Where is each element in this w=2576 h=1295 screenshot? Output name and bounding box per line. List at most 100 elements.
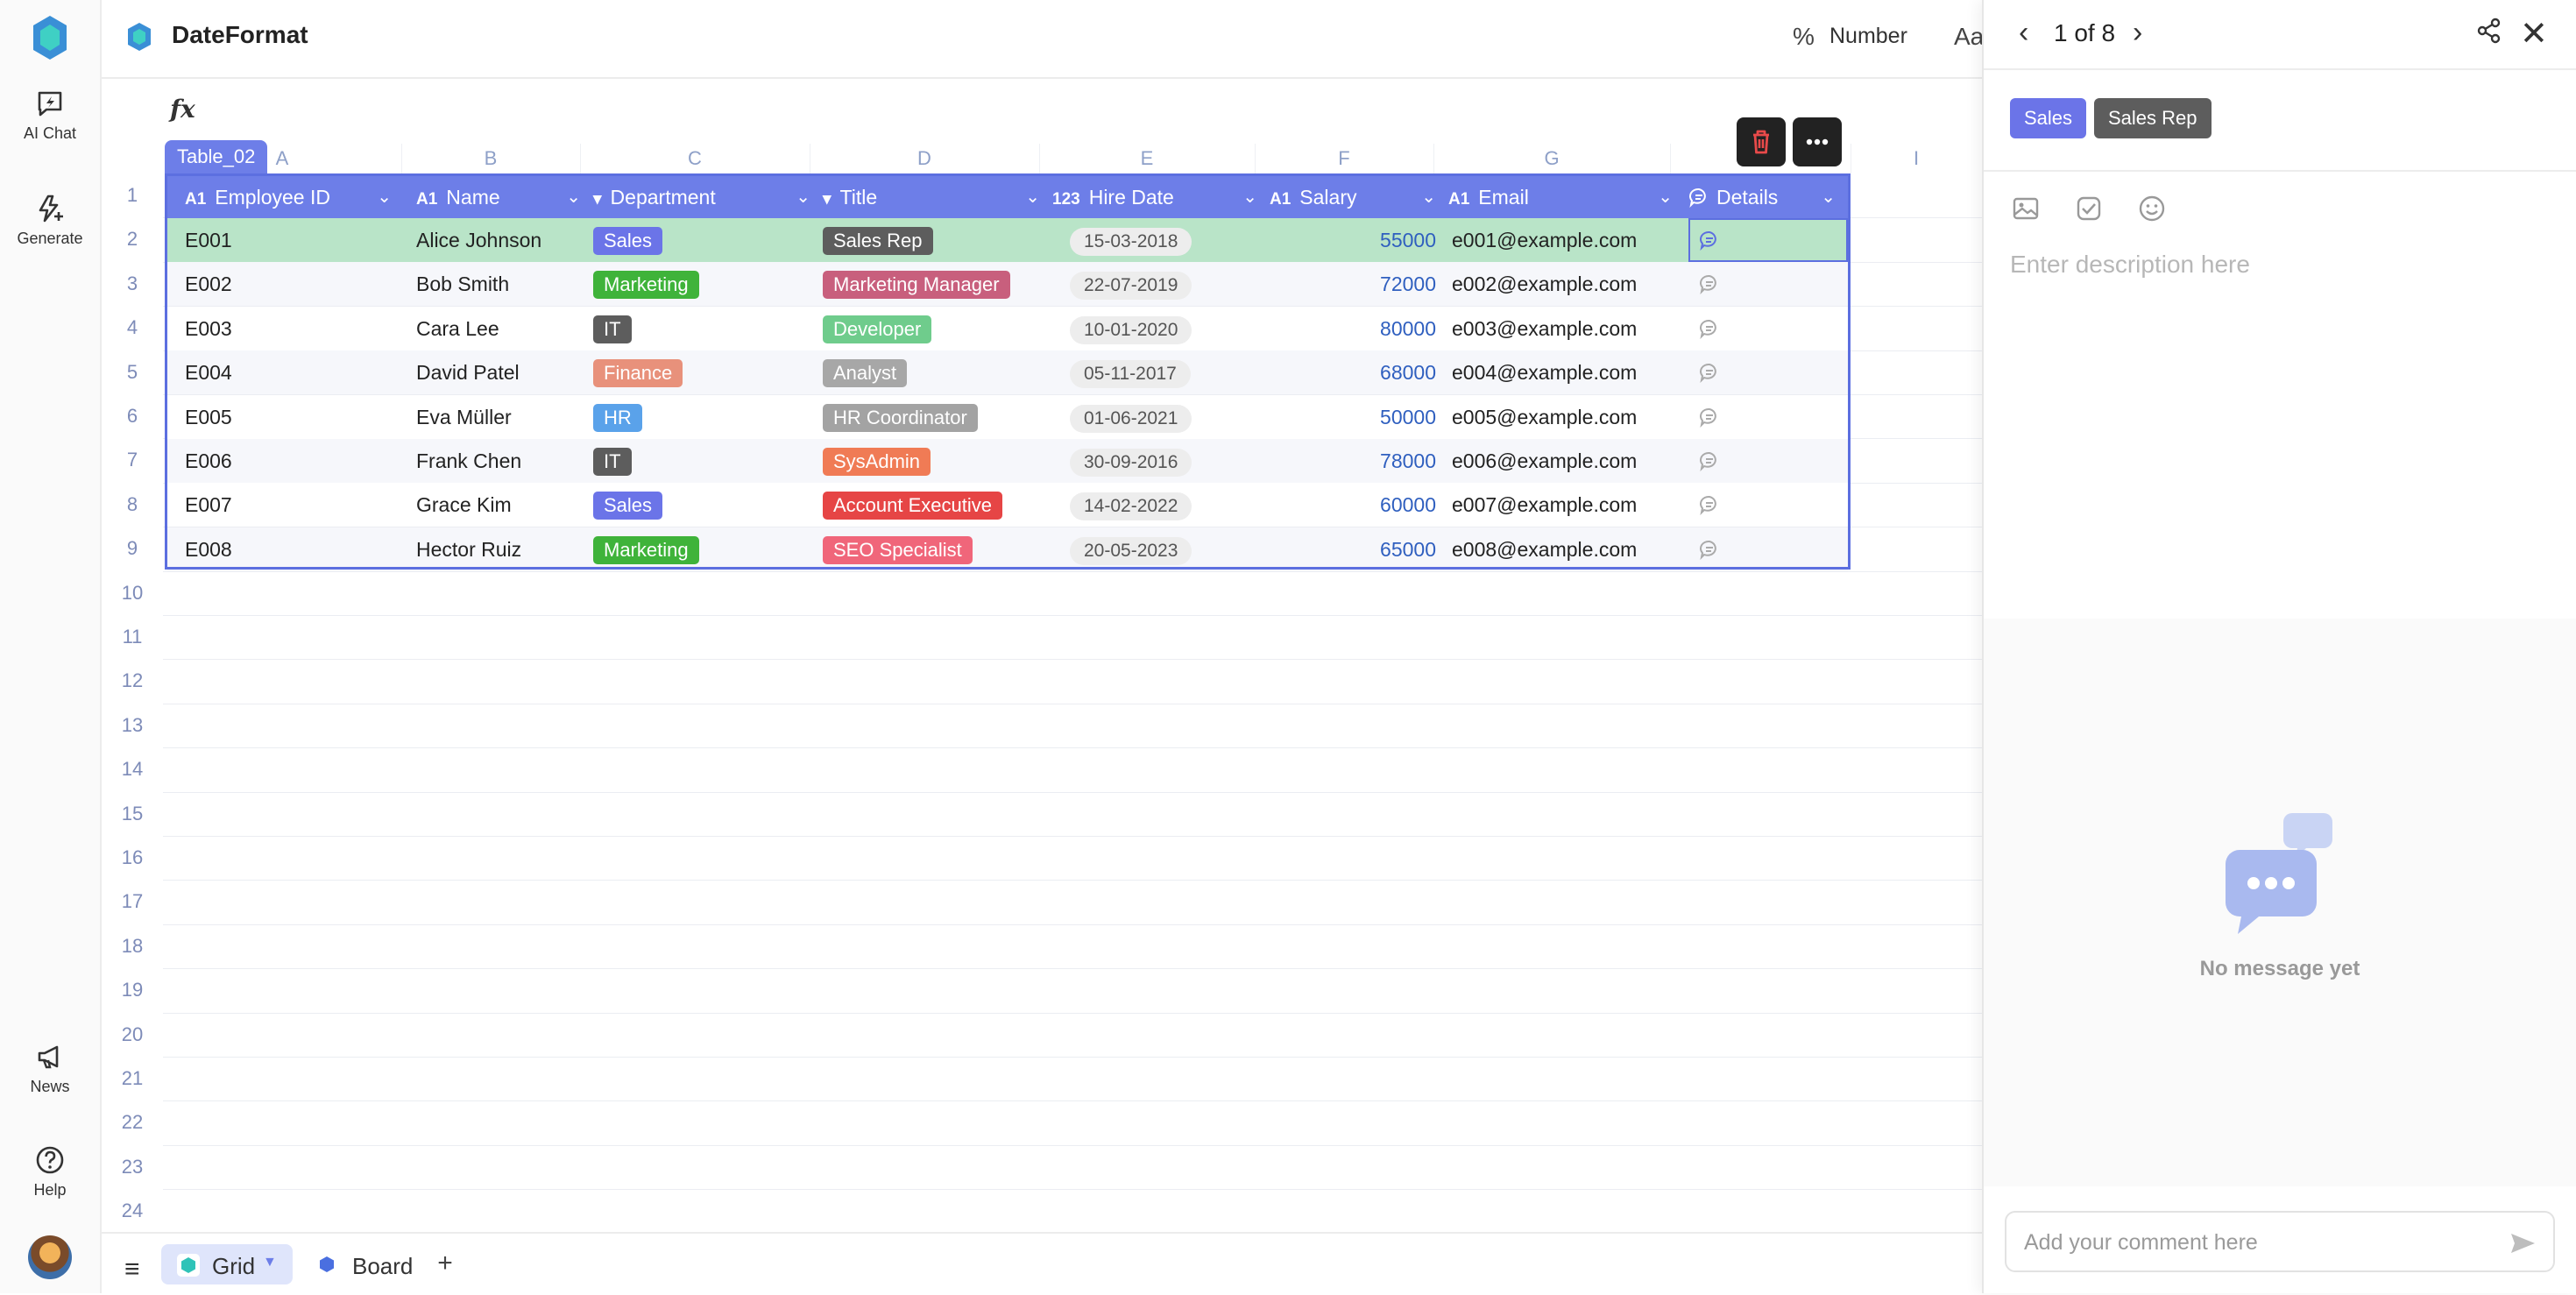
cell-email[interactable]: e001@example.com: [1452, 218, 1637, 262]
user-avatar[interactable]: [28, 1235, 72, 1279]
image-icon[interactable]: [2010, 193, 2042, 224]
cell-details[interactable]: [1688, 527, 1848, 571]
cell-department[interactable]: Marketing: [593, 527, 699, 571]
cell-title[interactable]: Developer: [823, 307, 932, 350]
cell-employee-id[interactable]: E007: [185, 483, 232, 527]
cell-title[interactable]: Sales Rep: [823, 218, 933, 262]
view-tab-grid[interactable]: Grid ▼: [161, 1244, 293, 1284]
cell-employee-id[interactable]: E008: [185, 527, 232, 571]
cell-title[interactable]: SysAdmin: [823, 439, 931, 483]
cell-title[interactable]: HR Coordinator: [823, 395, 978, 439]
share-icon[interactable]: [2474, 16, 2504, 46]
header-details[interactable]: Details ⌄: [1688, 176, 1846, 218]
table-row[interactable]: E008 Hector Ruiz Marketing SEO Specialist 20…: [167, 527, 1848, 571]
row-number[interactable]: 2: [102, 217, 163, 261]
cell-employee-id[interactable]: E006: [185, 439, 232, 483]
cell-department[interactable]: IT: [593, 439, 632, 483]
cell-employee-id[interactable]: E002: [185, 262, 232, 306]
cell-email[interactable]: e002@example.com: [1452, 262, 1637, 306]
cell-hire-date[interactable]: 01-06-2021: [1070, 395, 1192, 439]
table-row[interactable]: E004 David Patel Finance Analyst 05-11-2017 6…: [167, 350, 1848, 395]
row-number[interactable]: 14: [102, 747, 163, 791]
more-options-button[interactable]: [1793, 117, 1842, 166]
cell-department[interactable]: HR: [593, 395, 642, 439]
cell-hire-date[interactable]: 22-07-2019: [1070, 262, 1192, 306]
row-number[interactable]: 3: [102, 262, 163, 306]
comment-icon[interactable]: [1699, 273, 1720, 295]
cell-details[interactable]: [1688, 262, 1848, 306]
cell-title[interactable]: Account Executive: [823, 483, 1002, 527]
rail-ai-chat[interactable]: AI Chat: [0, 88, 100, 143]
cell-hire-date[interactable]: 15-03-2018: [1070, 218, 1192, 262]
row-number[interactable]: 16: [102, 836, 163, 880]
doc-title[interactable]: DateFormat: [172, 21, 308, 49]
column-header-f[interactable]: F: [1255, 144, 1434, 173]
emoji-icon[interactable]: [2136, 193, 2168, 224]
cell-title[interactable]: Marketing Manager: [823, 262, 1010, 306]
cell-details[interactable]: [1688, 307, 1848, 350]
delete-button[interactable]: [1737, 117, 1786, 166]
header-email[interactable]: A1 Email ⌄: [1448, 176, 1683, 218]
cell-employee-id[interactable]: E004: [185, 350, 232, 394]
cell-hire-date[interactable]: 10-01-2020: [1070, 307, 1192, 350]
comment-icon[interactable]: [1699, 230, 1720, 251]
row-number[interactable]: 23: [102, 1145, 163, 1189]
cell-salary[interactable]: 60000: [1270, 483, 1436, 527]
cell-email[interactable]: e007@example.com: [1452, 483, 1637, 527]
cell-salary[interactable]: 50000: [1270, 395, 1436, 439]
row-number[interactable]: 5: [102, 350, 163, 394]
row-number[interactable]: 19: [102, 968, 163, 1012]
column-header-g[interactable]: G: [1433, 144, 1671, 173]
cell-hire-date[interactable]: 14-02-2022: [1070, 483, 1192, 527]
cell-name[interactable]: Grace Kim: [416, 483, 512, 527]
header-hire-date[interactable]: 123 Hire Date ⌄: [1052, 176, 1268, 218]
cell-hire-date[interactable]: 05-11-2017: [1070, 350, 1191, 394]
cell-employee-id[interactable]: E005: [185, 395, 232, 439]
row-number[interactable]: 12: [102, 659, 163, 703]
cell-salary[interactable]: 65000: [1270, 527, 1436, 571]
cell-hire-date[interactable]: 20-05-2023: [1070, 527, 1192, 571]
rail-generate[interactable]: Generate: [0, 193, 100, 248]
text-format-button[interactable]: Aa: [1954, 23, 1984, 51]
row-number[interactable]: 6: [102, 394, 163, 438]
description-placeholder[interactable]: Enter description here: [2010, 251, 2250, 279]
header-salary[interactable]: A1 Salary ⌄: [1270, 176, 1447, 218]
column-header-i[interactable]: I: [1851, 144, 1983, 173]
header-title[interactable]: ▾ Title ⌄: [823, 176, 1051, 218]
cell-department[interactable]: Sales: [593, 218, 663, 262]
caret-down-icon[interactable]: ▼: [263, 1255, 277, 1270]
table-row[interactable]: E002 Bob Smith Marketing Marketing Manager 2…: [167, 262, 1848, 307]
column-header-d[interactable]: D: [810, 144, 1040, 173]
cell-department[interactable]: Finance: [593, 350, 683, 394]
comment-icon[interactable]: [1699, 318, 1720, 339]
row-number[interactable]: 15: [102, 792, 163, 836]
row-number[interactable]: 11: [102, 615, 163, 659]
cell-title[interactable]: Analyst: [823, 350, 908, 394]
percent-format-button[interactable]: %: [1793, 23, 1815, 51]
comment-icon[interactable]: [1699, 362, 1720, 384]
cell-email[interactable]: e008@example.com: [1452, 527, 1637, 571]
rail-help[interactable]: Help: [0, 1144, 100, 1199]
add-view-button[interactable]: +: [426, 1244, 464, 1283]
cell-email[interactable]: e006@example.com: [1452, 439, 1637, 483]
comment-input[interactable]: [2022, 1221, 2481, 1263]
cell-details[interactable]: [1688, 483, 1848, 527]
cell-name[interactable]: Alice Johnson: [416, 218, 541, 262]
row-number[interactable]: 8: [102, 483, 163, 527]
rail-news[interactable]: News: [0, 1041, 100, 1096]
cell-name[interactable]: Cara Lee: [416, 307, 499, 350]
comment-icon[interactable]: [1699, 407, 1720, 428]
header-name[interactable]: A1 Name ⌄: [416, 176, 591, 218]
header-employee-id[interactable]: A1 Employee ID ⌄: [185, 176, 402, 218]
row-number[interactable]: 9: [102, 527, 163, 570]
cell-details[interactable]: [1688, 395, 1848, 439]
table-row[interactable]: E001 Alice Johnson Sales Sales Rep 15-03-201…: [167, 218, 1848, 262]
row-number[interactable]: 17: [102, 880, 163, 923]
cell-email[interactable]: e004@example.com: [1452, 350, 1637, 394]
cell-department[interactable]: IT: [593, 307, 632, 350]
row-number[interactable]: 13: [102, 704, 163, 747]
header-department[interactable]: ▾ Department ⌄: [593, 176, 821, 218]
close-icon[interactable]: ✕: [2520, 14, 2548, 53]
comment-icon[interactable]: [1699, 539, 1720, 560]
cell-name[interactable]: Bob Smith: [416, 262, 509, 306]
